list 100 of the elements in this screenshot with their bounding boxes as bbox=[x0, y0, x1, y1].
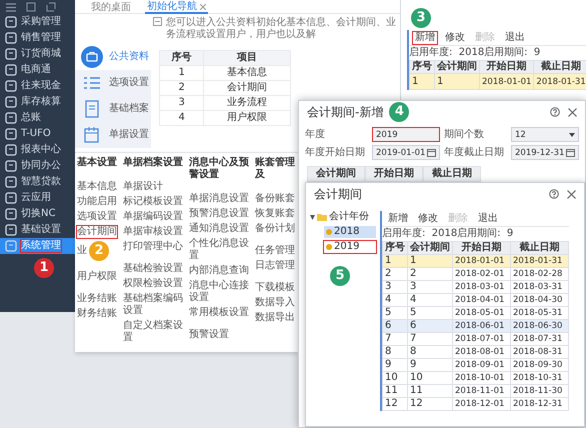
export-icon[interactable] bbox=[46, 2, 56, 12]
menu-item[interactable]: 数据导入 bbox=[255, 297, 295, 309]
menu-item[interactable]: 下载模板 bbox=[255, 282, 295, 294]
menu-item[interactable]: 单据消息设置 bbox=[189, 193, 249, 205]
square-icon bbox=[5, 192, 17, 204]
calendar-icon[interactable] bbox=[566, 148, 575, 157]
sidebar-item[interactable]: 协同办公 bbox=[0, 158, 75, 174]
nav-item[interactable]: 基础档案 bbox=[75, 96, 151, 122]
menu-item[interactable]: 备份账套 bbox=[255, 193, 295, 205]
table-cell: 1 bbox=[408, 254, 452, 268]
input-field[interactable]: 2019 bbox=[372, 127, 440, 142]
column-header: 会计期间 bbox=[408, 242, 452, 254]
menu-item[interactable]: 预警消息设置 bbox=[189, 208, 249, 220]
menu-item[interactable]: 业务结账 bbox=[77, 293, 117, 305]
menu-item[interactable]: 权限检验设置 bbox=[123, 278, 183, 290]
square-icon bbox=[5, 224, 17, 236]
tab[interactable]: 我的桌面 bbox=[89, 1, 133, 14]
square-icon bbox=[5, 208, 17, 220]
toolbar-button[interactable]: 修改 bbox=[416, 212, 440, 224]
menu-item[interactable]: 内部消息查询 bbox=[189, 265, 249, 277]
sidebar-item[interactable]: 采购管理 bbox=[0, 14, 75, 30]
menu-item[interactable]: 基本信息 bbox=[77, 181, 117, 193]
sidebar-item[interactable]: T-UFO bbox=[0, 126, 75, 142]
sidebar-item[interactable]: 电商通 bbox=[0, 62, 75, 78]
tree-node[interactable]: 2018 bbox=[324, 226, 376, 238]
sidebar-item[interactable]: 智慧贷款 bbox=[0, 174, 75, 190]
table-cell: 2018-02-01 bbox=[452, 268, 510, 280]
close-icon[interactable] bbox=[567, 190, 576, 198]
table-cell: 10 bbox=[408, 372, 452, 384]
sidebar-item[interactable]: 销售管理 bbox=[0, 30, 75, 46]
date-field[interactable]: 2019-01-01 bbox=[372, 145, 440, 160]
square-icon[interactable] bbox=[26, 2, 36, 12]
table-cell: 11 bbox=[382, 384, 408, 398]
close-icon[interactable] bbox=[568, 108, 577, 116]
menu-item[interactable]: 基础检验设置 bbox=[123, 263, 183, 275]
dropdown-field[interactable]: 12 bbox=[511, 127, 579, 142]
close-icon[interactable] bbox=[200, 4, 206, 10]
table-cell: 用户权限 bbox=[204, 110, 290, 126]
sidebar-item[interactable]: 报表中心 bbox=[0, 142, 75, 158]
menu-item[interactable]: 数据导出 bbox=[255, 312, 295, 324]
menu-item[interactable]: 预警设置 bbox=[189, 329, 229, 341]
square-icon bbox=[5, 128, 17, 140]
menu-icon[interactable] bbox=[6, 2, 16, 12]
help-icon[interactable] bbox=[549, 189, 559, 199]
menu-item[interactable]: 常用模板设置 bbox=[189, 307, 249, 319]
nav-item[interactable]: 选项设置 bbox=[75, 70, 151, 96]
step-marker: 3 bbox=[411, 8, 431, 28]
sidebar-item[interactable]: 切换NC bbox=[0, 206, 75, 222]
sidebar-item[interactable]: 订货商城 bbox=[0, 46, 75, 62]
toolbar-button[interactable]: 新增 bbox=[386, 212, 410, 224]
start-period-text: 启用年度: 2018启用期间: 9 bbox=[382, 227, 514, 241]
toolbar-button[interactable]: 修改 bbox=[443, 32, 467, 44]
dialog-title: 会计期间-新增 bbox=[307, 106, 384, 118]
menu-item[interactable]: 备份计划 bbox=[255, 223, 295, 235]
tab[interactable]: 初始化导航 bbox=[145, 1, 208, 14]
table-cell: 会计期间 bbox=[204, 80, 290, 96]
menu-item[interactable]: 自定义档案设置 bbox=[123, 320, 187, 344]
column-header: 会计期间 bbox=[434, 60, 480, 74]
nav-item[interactable]: 单据设置 bbox=[75, 122, 151, 148]
date-field[interactable]: 2019-12-31 bbox=[511, 145, 579, 160]
menu-item[interactable]: 用户权限 bbox=[77, 271, 117, 283]
column-header: 截止日期 bbox=[534, 60, 586, 74]
menu-item[interactable]: 通知消息设置 bbox=[189, 223, 249, 235]
table-cell: 2018-01-31 bbox=[534, 74, 586, 90]
sidebar-item[interactable]: 云应用 bbox=[0, 190, 75, 206]
menu-item[interactable]: 业 bbox=[77, 245, 87, 257]
sidebar-item[interactable]: 基础设置 bbox=[0, 222, 75, 238]
square-icon bbox=[5, 32, 17, 44]
menu-item[interactable]: 基础档案编码设置 bbox=[123, 293, 187, 317]
sidebar-item[interactable]: 库存核算 bbox=[0, 94, 75, 110]
menu-item[interactable]: 个性化消息设置 bbox=[189, 238, 253, 262]
sidebar-item[interactable]: 总账 bbox=[0, 110, 75, 126]
menu-item[interactable]: 单据审核设置 bbox=[123, 226, 183, 238]
menu-item[interactable]: 会计期间 bbox=[77, 226, 117, 238]
menu-item[interactable]: 功能启用 bbox=[77, 196, 117, 208]
menu-item[interactable]: 打印管理中心 bbox=[123, 241, 183, 253]
menu-item[interactable]: 单据编码设置 bbox=[123, 211, 183, 223]
menu-item[interactable]: 恢复账套 bbox=[255, 208, 295, 220]
calendar-icon[interactable] bbox=[427, 148, 436, 157]
tree-node[interactable]: 会计年份 bbox=[329, 211, 369, 223]
help-icon[interactable] bbox=[550, 107, 560, 117]
menu-item[interactable]: 财务结账 bbox=[77, 308, 117, 320]
menu-item[interactable]: 日志管理 bbox=[255, 260, 295, 272]
menu-item[interactable]: 标记模板设置 bbox=[123, 196, 183, 208]
menu-item[interactable]: 单据设计 bbox=[123, 181, 163, 193]
table-cell: 1 bbox=[410, 74, 434, 90]
toolbar-button[interactable]: 退出 bbox=[476, 212, 500, 224]
node-icon bbox=[326, 229, 332, 235]
toolbar-button[interactable]: 退出 bbox=[503, 32, 527, 44]
table-cell: 2018-10-01 bbox=[452, 372, 510, 384]
menu-heading: 基本设置 bbox=[77, 157, 118, 169]
notice-text: 您可以进入公共资料初始化基本信息、会计期间、业务流程或设置用户，用户也以及解 bbox=[166, 17, 397, 41]
menu-item[interactable]: 任务管理 bbox=[255, 245, 295, 257]
menu-item[interactable]: 消息中心连接设置 bbox=[189, 280, 253, 304]
toolbar-button[interactable]: 新增 bbox=[413, 32, 437, 44]
tree-node[interactable]: 2019 bbox=[324, 241, 376, 253]
expander-icon[interactable] bbox=[310, 214, 315, 220]
column-header: 截止日期 bbox=[423, 166, 481, 182]
sidebar-item[interactable]: 往来现金 bbox=[0, 78, 75, 94]
menu-item[interactable]: 选项设置 bbox=[77, 211, 117, 223]
